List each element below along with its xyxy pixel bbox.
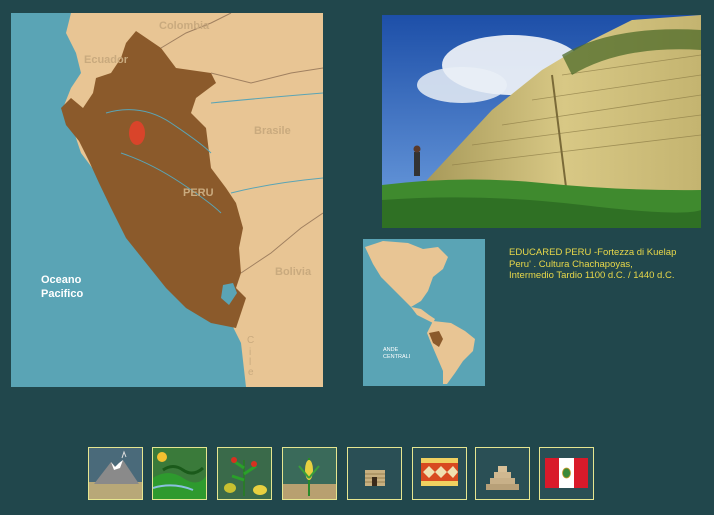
nav-corn-button[interactable] [282,447,337,500]
label-brasile: Brasile [254,125,291,137]
label-cile-e: e [248,367,254,378]
nav-river-button[interactable] [152,447,207,500]
river-landscape-icon [153,448,206,499]
nav-mountain-button[interactable] [88,447,143,500]
peru-map: Colombia Ecuador Brasile PERU Bolivia Oc… [11,13,323,387]
caption-line3: Intermedio Tardio 1100 d.C. / 1440 d.C. [509,270,675,281]
corn-icon [283,448,336,499]
stone-building-icon [348,448,401,499]
inset-label-centrali: CENTRALI [383,354,411,360]
fruit-plant-icon [218,448,271,499]
inset-label-ande: ANDE [383,347,399,353]
nav-fruit-plant-button[interactable] [217,447,272,500]
photo-person [414,152,420,176]
nav-textile-button[interactable] [412,447,467,500]
kuelap-marker [129,121,145,145]
mountain-icon [89,448,142,499]
label-pacifico: Pacifico [41,288,83,300]
caption-line1: EDUCARED PERU -Fortezza di Kuelap [509,247,677,258]
kuelap-photo [382,15,701,228]
nav-pyramid-button[interactable] [475,447,530,500]
caption-line2: Peru' . Cultura Chachapoyas, [509,258,633,270]
label-ecuador: Ecuador [84,54,129,66]
nav-peru-flag-button[interactable] [539,447,594,500]
pyramid-icon [476,448,529,499]
label-colombia: Colombia [159,20,210,32]
textile-pattern-icon [413,448,466,499]
label-peru: PERU [183,187,214,199]
label-bolivia: Bolivia [275,266,312,278]
photo-caption: EDUCARED PERU -Fortezza di Kuelap Peru' … [509,247,699,282]
americas-inset-map: ANDE CENTRALI [363,239,485,386]
photo-cloud [417,67,507,103]
label-cile-c: C [247,335,254,346]
label-oceano: Oceano [41,274,82,286]
nav-stone-building-button[interactable] [347,447,402,500]
photo-person-head [413,145,421,153]
peru-flag-icon [540,448,593,499]
